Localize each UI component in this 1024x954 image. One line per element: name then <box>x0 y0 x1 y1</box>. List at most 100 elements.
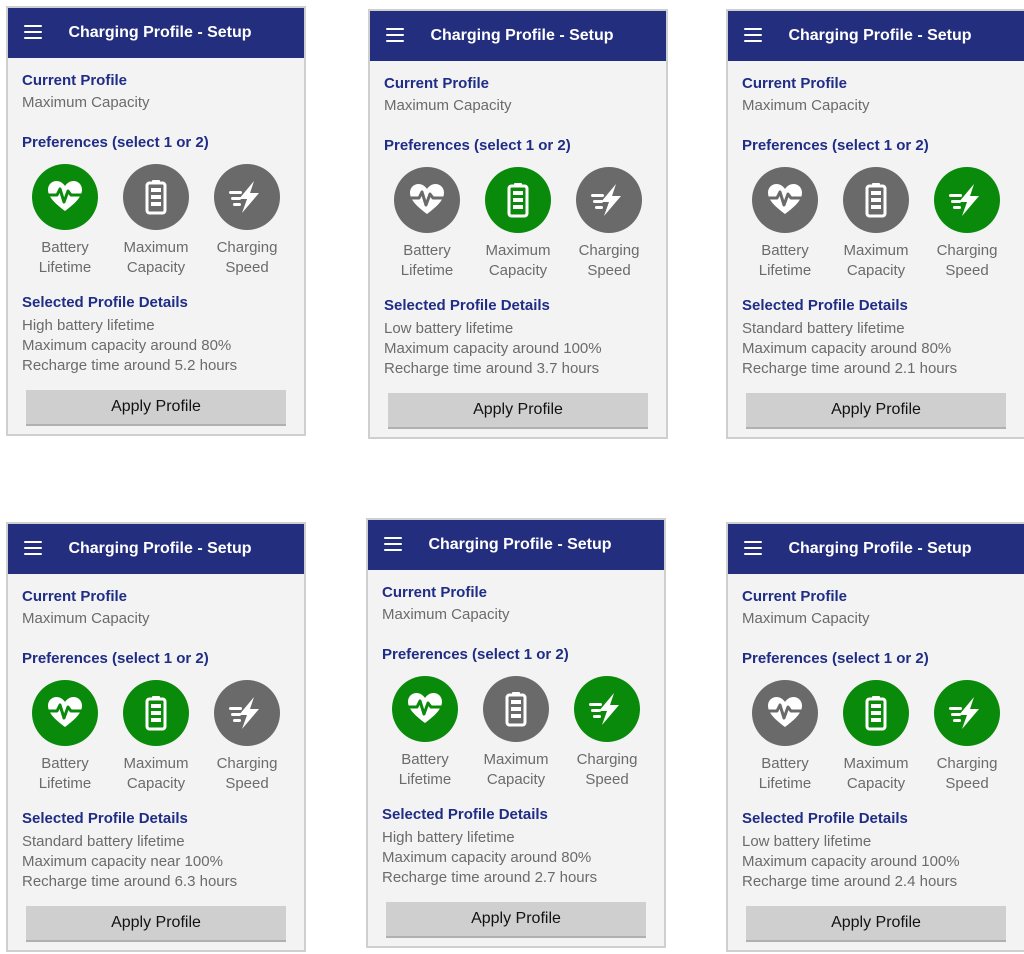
fast-charge-icon[interactable] <box>934 167 1000 233</box>
apply-profile-button[interactable]: Apply Profile <box>388 393 648 429</box>
detail-lifetime: Low battery lifetime <box>384 320 514 337</box>
app-title: Charging Profile - Setup <box>68 24 252 41</box>
profile-panel-4: Charging Profile - Setup Current Profile… <box>6 522 306 952</box>
battery-icon[interactable] <box>483 676 549 742</box>
preferences-label: Preferences (select 1 or 2) <box>384 137 571 154</box>
pref-charging-speed[interactable]: Charging Speed <box>564 676 650 790</box>
pref-maximum-capacity[interactable]: Maximum Capacity <box>833 167 919 281</box>
current-profile-value: Maximum Capacity <box>742 97 870 114</box>
pref-maximum-capacity[interactable]: Maximum Capacity <box>475 167 561 281</box>
current-profile-label: Current Profile <box>742 75 848 92</box>
details-label: Selected Profile Details <box>22 294 188 311</box>
current-profile-value: Maximum Capacity <box>22 94 150 111</box>
pref-charging-speed[interactable]: Charging Speed <box>924 167 1010 281</box>
apply-profile-button[interactable]: Apply Profile <box>746 906 1006 942</box>
apply-profile-button[interactable]: Apply Profile <box>26 390 286 426</box>
fast-charge-icon[interactable] <box>574 676 640 742</box>
pref-charging-speed[interactable]: Charging Speed <box>204 680 290 794</box>
battery-icon[interactable] <box>843 167 909 233</box>
pref-label: Maximum Capacity <box>843 242 909 279</box>
pref-label: Battery Lifetime <box>758 242 812 279</box>
profile-details: Low battery lifetime Maximum capacity ar… <box>742 832 1010 892</box>
preferences-label: Preferences (select 1 or 2) <box>742 137 929 154</box>
pref-label: Battery Lifetime <box>400 242 454 279</box>
current-profile-label: Current Profile <box>22 588 128 605</box>
details-label: Selected Profile Details <box>22 810 188 827</box>
battery-icon[interactable] <box>123 680 189 746</box>
heart-pulse-icon[interactable] <box>32 680 98 746</box>
app-bar: Charging Profile - Setup <box>368 520 664 570</box>
pref-battery-lifetime[interactable]: Battery Lifetime <box>742 680 828 794</box>
pref-label: Charging Speed <box>216 239 278 276</box>
detail-capacity: Maximum capacity near 100% <box>22 853 223 870</box>
app-bar: Charging Profile - Setup <box>8 524 304 574</box>
preferences-group: Battery Lifetime Maximum Capacity Charging… <box>742 167 1010 281</box>
preferences-group: Battery Lifetime Maximum Capacity Charging… <box>382 676 650 790</box>
pref-battery-lifetime[interactable]: Battery Lifetime <box>742 167 828 281</box>
app-title: Charging Profile - Setup <box>788 27 972 44</box>
heart-pulse-icon[interactable] <box>752 680 818 746</box>
pref-battery-lifetime[interactable]: Battery Lifetime <box>384 167 470 281</box>
detail-capacity: Maximum capacity around 100% <box>384 340 602 357</box>
app-title: Charging Profile - Setup <box>68 540 252 557</box>
current-profile-label: Current Profile <box>22 72 128 89</box>
heart-pulse-icon[interactable] <box>392 676 458 742</box>
current-profile-label: Current Profile <box>384 75 490 92</box>
profile-details: Standard battery lifetime Maximum capaci… <box>742 319 1010 379</box>
app-title: Charging Profile - Setup <box>430 27 614 44</box>
heart-pulse-icon[interactable] <box>32 164 98 230</box>
pref-maximum-capacity[interactable]: Maximum Capacity <box>113 680 199 794</box>
pref-battery-lifetime[interactable]: Battery Lifetime <box>22 680 108 794</box>
preferences-label: Preferences (select 1 or 2) <box>382 646 569 663</box>
profile-panel-3: Charging Profile - Setup Current Profile… <box>726 9 1024 439</box>
details-label: Selected Profile Details <box>742 810 908 827</box>
pref-label: Battery Lifetime <box>398 751 452 788</box>
detail-capacity: Maximum capacity around 100% <box>742 853 960 870</box>
detail-lifetime: Low battery lifetime <box>742 833 872 850</box>
pref-battery-lifetime[interactable]: Battery Lifetime <box>382 676 468 790</box>
detail-recharge-time: Recharge time around 3.7 hours <box>384 360 600 377</box>
current-profile-value: Maximum Capacity <box>22 610 150 627</box>
profile-panel-1: Charging Profile - Setup Current Profile… <box>6 6 306 436</box>
detail-capacity: Maximum capacity around 80% <box>382 849 592 866</box>
heart-pulse-icon[interactable] <box>752 167 818 233</box>
pref-label: Charging Speed <box>936 242 998 279</box>
profile-details: High battery lifetime Maximum capacity a… <box>22 316 290 376</box>
preferences-label: Preferences (select 1 or 2) <box>742 650 929 667</box>
details-label: Selected Profile Details <box>742 297 908 314</box>
profile-details: Low battery lifetime Maximum capacity ar… <box>384 319 652 379</box>
pref-charging-speed[interactable]: Charging Speed <box>924 680 1010 794</box>
preferences-label: Preferences (select 1 or 2) <box>22 134 209 151</box>
battery-icon[interactable] <box>485 167 551 233</box>
pref-maximum-capacity[interactable]: Maximum Capacity <box>833 680 919 794</box>
apply-profile-button[interactable]: Apply Profile <box>746 393 1006 429</box>
pref-maximum-capacity[interactable]: Maximum Capacity <box>113 164 199 278</box>
battery-icon[interactable] <box>123 164 189 230</box>
apply-profile-button[interactable]: Apply Profile <box>26 906 286 942</box>
pref-label: Maximum Capacity <box>843 755 909 792</box>
heart-pulse-icon[interactable] <box>394 167 460 233</box>
current-profile-value: Maximum Capacity <box>382 606 510 623</box>
pref-charging-speed[interactable]: Charging Speed <box>204 164 290 278</box>
profile-details: Standard battery lifetime Maximum capaci… <box>22 832 290 892</box>
preferences-label: Preferences (select 1 or 2) <box>22 650 209 667</box>
fast-charge-icon[interactable] <box>934 680 1000 746</box>
detail-capacity: Maximum capacity around 80% <box>22 337 232 354</box>
fast-charge-icon[interactable] <box>214 164 280 230</box>
pref-battery-lifetime[interactable]: Battery Lifetime <box>22 164 108 278</box>
detail-lifetime: Standard battery lifetime <box>22 833 185 850</box>
pref-label: Battery Lifetime <box>758 755 812 792</box>
pref-charging-speed[interactable]: Charging Speed <box>566 167 652 281</box>
apply-profile-button[interactable]: Apply Profile <box>386 902 646 938</box>
battery-icon[interactable] <box>843 680 909 746</box>
fast-charge-icon[interactable] <box>214 680 280 746</box>
fast-charge-icon[interactable] <box>576 167 642 233</box>
details-label: Selected Profile Details <box>382 806 548 823</box>
detail-lifetime: High battery lifetime <box>382 829 515 846</box>
profile-panel-2: Charging Profile - Setup Current Profile… <box>368 9 668 439</box>
pref-maximum-capacity[interactable]: Maximum Capacity <box>473 676 559 790</box>
details-label: Selected Profile Details <box>384 297 550 314</box>
preferences-group: Battery Lifetime Maximum Capacity Charging… <box>22 164 290 278</box>
profile-panel-5: Charging Profile - Setup Current Profile… <box>366 518 666 948</box>
preferences-group: Battery Lifetime Maximum Capacity Charging… <box>384 167 652 281</box>
